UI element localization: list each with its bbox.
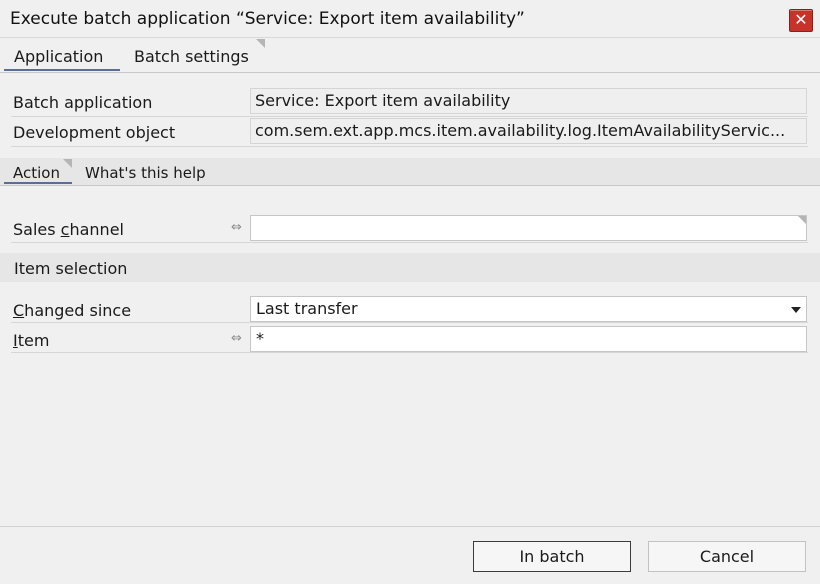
batch-application-value: Service: Export item availability <box>250 88 807 114</box>
divider <box>11 352 808 353</box>
divider <box>11 146 808 147</box>
chevron-down-icon[interactable] <box>791 307 801 313</box>
batch-application-label: Batch application <box>13 93 153 112</box>
window-title: Execute batch application “Service: Expo… <box>10 9 525 29</box>
sub-tab-bar: Action What's this help <box>0 158 820 186</box>
item-selection-title: Item selection <box>14 259 128 278</box>
subtab-active-indicator <box>4 182 72 184</box>
footer-divider <box>0 526 820 527</box>
tab-application[interactable]: Application <box>14 47 103 66</box>
changed-since-select[interactable]: Last transfer <box>250 296 807 322</box>
divider <box>11 322 808 323</box>
link-arrows-icon[interactable]: ⇔ <box>231 332 242 346</box>
divider <box>11 242 808 243</box>
field-corner-icon <box>798 216 806 224</box>
tab-batch-settings[interactable]: Batch settings <box>134 47 249 66</box>
cancel-button[interactable]: Cancel <box>648 541 806 572</box>
in-batch-button[interactable]: In batch <box>473 541 631 572</box>
tab-whats-this-help[interactable]: What's this help <box>85 164 206 182</box>
item-input[interactable]: * <box>250 326 807 352</box>
divider <box>11 116 808 117</box>
title-bar: Execute batch application “Service: Expo… <box>0 0 820 38</box>
development-object-value: com.sem.ext.app.mcs.item.availability.lo… <box>250 118 807 144</box>
changed-since-label: Changed since <box>13 301 132 320</box>
tab-corner-icon <box>256 39 265 48</box>
tab-active-indicator <box>4 69 120 71</box>
item-label: Item <box>13 331 50 350</box>
close-button[interactable]: ✕ <box>789 9 813 32</box>
sales-channel-input[interactable] <box>250 215 807 241</box>
item-selection-section: Item selection <box>0 253 820 282</box>
tab-action[interactable]: Action <box>13 164 60 182</box>
close-icon: ✕ <box>794 10 808 29</box>
tab-corner-icon <box>63 159 72 168</box>
main-tab-bar: Application Batch settings <box>0 38 820 73</box>
sales-channel-label: Sales channel <box>13 220 124 239</box>
development-object-label: Development object <box>13 123 176 142</box>
link-arrows-icon[interactable]: ⇔ <box>231 221 242 235</box>
